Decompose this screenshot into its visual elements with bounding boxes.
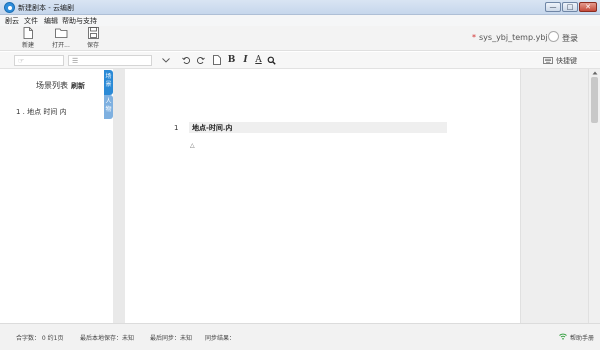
redo-icon[interactable]: [196, 56, 205, 65]
minimize-button[interactable]: —: [545, 2, 561, 12]
chevron-down-icon[interactable]: [162, 58, 170, 63]
open-button[interactable]: 打开...: [48, 27, 74, 49]
open-label: 打开...: [52, 42, 70, 49]
word-count-status: 合字数： 0 约1页: [16, 335, 64, 342]
menu-bar: 剧云 文件 编辑 帮助与支持: [0, 15, 600, 26]
close-button[interactable]: ✕: [579, 2, 597, 12]
status-bar: 合字数： 0 约1页 最后本地保存：未知 最后同步：未知 同步结果： 帮助手册: [0, 323, 600, 350]
sync-status: 最后同步：未知: [150, 335, 193, 342]
vertical-scrollbar[interactable]: [588, 69, 600, 323]
shortcuts-button[interactable]: 快捷键: [556, 56, 577, 66]
line-number: 1: [174, 124, 179, 132]
undo-icon[interactable]: [182, 56, 191, 65]
scene-heading-line[interactable]: 地点-时间.内: [189, 122, 447, 133]
scene-heading-text: 地点-时间.内: [192, 123, 233, 132]
main-toolbar: 新建 打开... 保存 * sys_ybj_temp.ybj 登录: [0, 26, 600, 51]
scroll-up-icon[interactable]: [592, 71, 598, 75]
new-label: 新建: [21, 42, 34, 49]
save-label: 保存: [86, 42, 99, 49]
wifi-icon: [559, 333, 567, 340]
avatar-icon: [548, 31, 559, 42]
editor-gutter: [113, 69, 125, 323]
scene-list-title: 场景列表: [36, 81, 68, 90]
save-button[interactable]: 保存: [80, 27, 106, 49]
list-icon: ☰: [72, 57, 79, 65]
format-toolbar: ☞ ☰ B I A 快捷键: [0, 52, 600, 69]
search-icon[interactable]: [267, 56, 276, 65]
maximize-button[interactable]: □: [562, 2, 578, 12]
save-icon: [87, 27, 99, 39]
font-color-button[interactable]: A: [253, 55, 264, 66]
scene-list-header: 场景列表 刷新: [36, 80, 85, 91]
tab-scene[interactable]: 场景: [104, 70, 113, 95]
folder-icon: [54, 28, 67, 38]
italic-button[interactable]: I: [240, 55, 251, 66]
list-item[interactable]: 1 . 地点 时间 内: [16, 107, 67, 117]
scrollbar-thumb[interactable]: [591, 77, 598, 123]
right-panel: [520, 69, 588, 323]
unsaved-marker: *: [472, 33, 476, 42]
filename-display: * sys_ybj_temp.ybj: [472, 33, 548, 42]
refresh-button[interactable]: 刷新: [71, 82, 85, 90]
pointer-icon: ☞: [18, 57, 25, 65]
local-save-status: 最后本地保存：未知: [80, 335, 135, 342]
menu-edit[interactable]: 编辑: [44, 16, 58, 26]
scene-list-panel: 场景列表 刷新 1 . 地点 时间 内: [0, 69, 104, 323]
app-logo-icon: [4, 2, 15, 13]
script-editor[interactable]: 1 地点-时间.内 △: [125, 69, 520, 323]
search-input[interactable]: ☰: [68, 55, 152, 66]
element-type-input[interactable]: ☞: [14, 55, 64, 66]
window-title: 新建剧本 - 云编剧: [18, 4, 74, 12]
document-icon[interactable]: [213, 55, 221, 65]
tab-person[interactable]: 人物: [104, 95, 113, 119]
new-button[interactable]: 新建: [15, 27, 41, 49]
sync-result-status: 同步结果：: [205, 335, 236, 342]
help-manual-link[interactable]: 帮助手册: [570, 333, 594, 342]
menu-jyun[interactable]: 剧云: [5, 16, 19, 26]
menu-file[interactable]: 文件: [24, 16, 38, 26]
triangle-icon: △: [190, 142, 195, 149]
filename-text: sys_ybj_temp.ybj: [479, 33, 548, 42]
title-bar: 新建剧本 - 云编剧 — □ ✕: [0, 0, 600, 15]
bold-button[interactable]: B: [226, 55, 237, 66]
menu-help[interactable]: 帮助与支持: [62, 16, 97, 26]
keyboard-icon: [543, 57, 553, 64]
new-file-icon: [23, 27, 33, 39]
login-label: 登录: [562, 34, 578, 43]
